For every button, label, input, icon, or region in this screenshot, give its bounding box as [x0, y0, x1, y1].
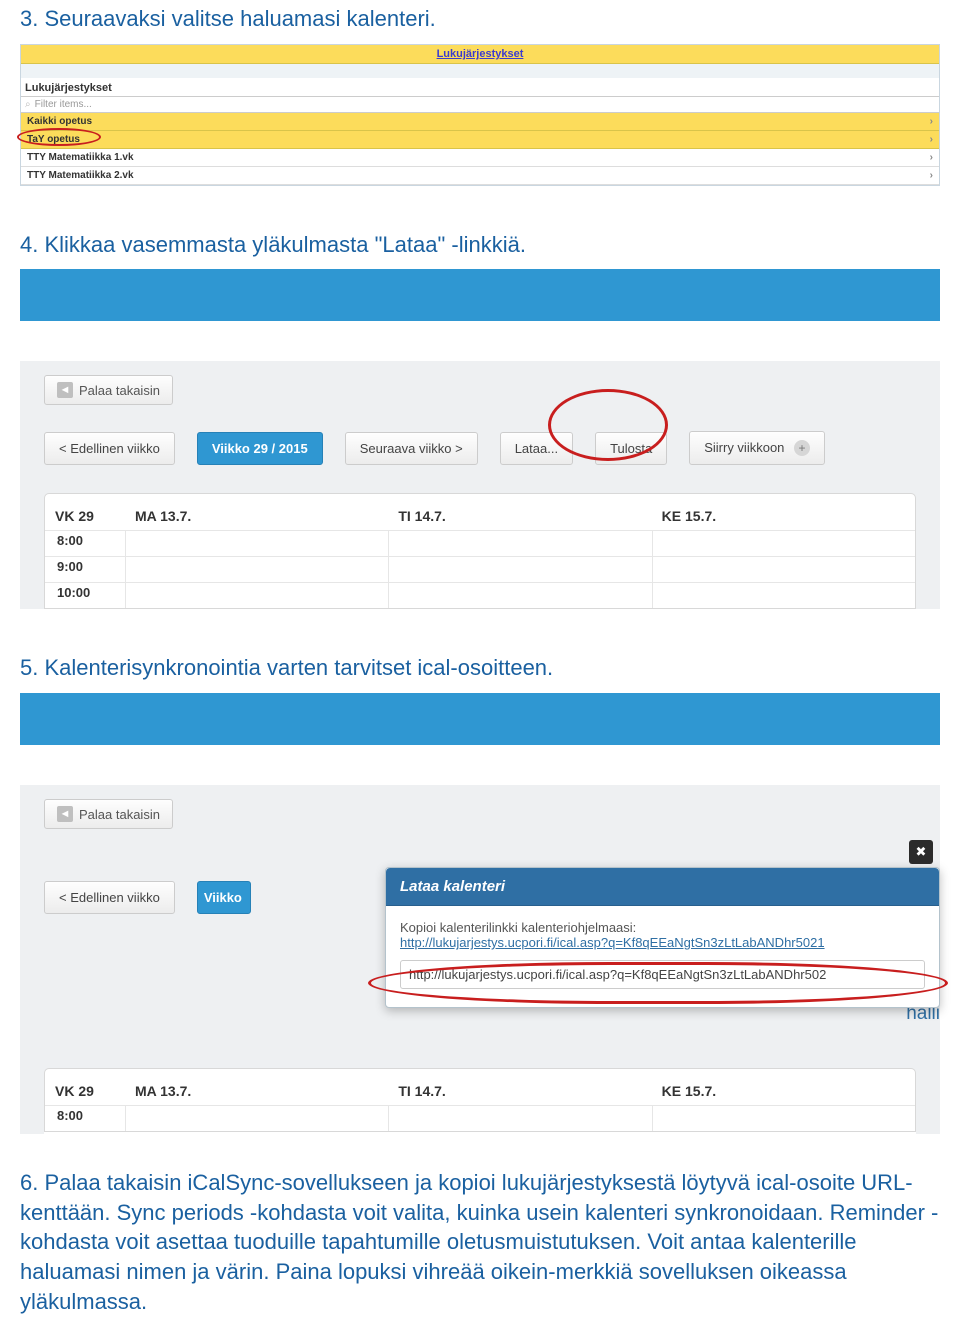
panel-title: Lukujärjestykset	[21, 78, 939, 97]
step-4-text: 4. Klikkaa vasemmasta yläkulmasta "Lataa…	[0, 226, 960, 270]
chevron-right-icon: ›	[930, 170, 933, 181]
col-day: MA 13.7.	[125, 508, 388, 524]
goto-week-button[interactable]: Siirry viikkoon +	[689, 431, 825, 465]
step-5-text: 5. Kalenterisynkronointia varten tarvits…	[0, 649, 960, 693]
list-item[interactable]: TTY Matematiikka 1.vk ›	[21, 149, 939, 167]
current-week-button[interactable]: Viikko 29 / 2015	[197, 432, 323, 465]
time-row: 10:00	[45, 582, 125, 608]
ical-url-input[interactable]	[400, 960, 925, 989]
list-item[interactable]: TaY opetus ›	[21, 131, 939, 149]
arrow-left-icon: ◄	[57, 382, 73, 398]
close-icon: ✖	[916, 844, 927, 860]
list-item-label: TaY opetus	[27, 134, 80, 145]
filter-input[interactable]: ⌕ Filter items...	[21, 97, 939, 113]
download-calendar-modal: ✖ Lataa kalenteri Kopioi kalenterilinkki…	[385, 867, 940, 1008]
screenshot-week-view: ◄ Palaa takaisin < Edellinen viikko Viik…	[20, 269, 940, 609]
col-day: TI 14.7.	[388, 1083, 651, 1099]
time-row: 8:00	[45, 530, 125, 556]
step-3-text: 3. Seuraavaksi valitse haluamasi kalente…	[0, 0, 960, 44]
back-label: Palaa takaisin	[79, 383, 160, 398]
col-day: KE 15.7.	[652, 508, 915, 524]
chevron-right-icon: ›	[930, 116, 933, 127]
list-item-label: TTY Matematiikka 1.vk	[27, 152, 134, 163]
prev-week-button[interactable]: < Edellinen viikko	[44, 432, 175, 465]
list-item-label: TTY Matematiikka 2.vk	[27, 170, 134, 181]
current-week-button[interactable]: Viikko	[197, 881, 251, 914]
filter-placeholder: Filter items...	[35, 99, 92, 110]
tab-header: Lukujärjestykset	[21, 45, 939, 64]
goto-label: Siirry viikkoon	[704, 440, 784, 455]
toolbar: < Edellinen viikko Viikko 29 / 2015 Seur…	[44, 431, 916, 465]
col-day: TI 14.7.	[388, 508, 651, 524]
print-button[interactable]: Tulosta	[595, 432, 667, 465]
col-week: VK 29	[45, 1083, 125, 1099]
back-label: Palaa takaisin	[79, 807, 160, 822]
chevron-right-icon: ›	[930, 134, 933, 145]
plus-icon: +	[794, 440, 810, 456]
back-button[interactable]: ◄ Palaa takaisin	[44, 799, 173, 829]
arrow-left-icon: ◄	[57, 806, 73, 822]
prev-week-button[interactable]: < Edellinen viikko	[44, 881, 175, 914]
ical-link[interactable]: http://lukujarjestys.ucpori.fi/ical.asp?…	[400, 935, 825, 950]
list-item[interactable]: TTY Matematiikka 2.vk ›	[21, 167, 939, 185]
list-item-label: Kaikki opetus	[27, 116, 92, 127]
week-table: VK 29 MA 13.7. TI 14.7. KE 15.7. 8:00 9:…	[44, 493, 916, 609]
close-button[interactable]: ✖	[909, 840, 933, 864]
time-row: 9:00	[45, 556, 125, 582]
search-icon: ⌕	[25, 99, 31, 110]
chevron-right-icon: ›	[930, 152, 933, 163]
modal-description: Kopioi kalenterilinkki kalenteriohjelmaa…	[400, 920, 925, 935]
col-day: KE 15.7.	[652, 1083, 915, 1099]
download-button[interactable]: Lataa...	[500, 432, 573, 465]
modal-title: Lataa kalenteri	[386, 868, 939, 906]
list-item[interactable]: Kaikki opetus ›	[21, 113, 939, 131]
col-day: MA 13.7.	[125, 1083, 388, 1099]
top-bar	[20, 693, 940, 745]
col-week: VK 29	[45, 508, 125, 524]
screenshot-modal-view: ◄ Palaa takaisin < Edellinen viikko Viik…	[20, 693, 940, 1134]
week-table: VK 29 MA 13.7. TI 14.7. KE 15.7. 8:00	[44, 1068, 916, 1132]
step-6-text: 6. Palaa takaisin iCalSync-sovellukseen …	[0, 1164, 960, 1326]
screenshot-schedule-list: Lukujärjestykset Lukujärjestykset ⌕ Filt…	[20, 44, 940, 186]
back-button[interactable]: ◄ Palaa takaisin	[44, 375, 173, 405]
time-row: 8:00	[45, 1105, 125, 1131]
top-bar	[20, 269, 940, 321]
next-week-button[interactable]: Seuraava viikko >	[345, 432, 478, 465]
